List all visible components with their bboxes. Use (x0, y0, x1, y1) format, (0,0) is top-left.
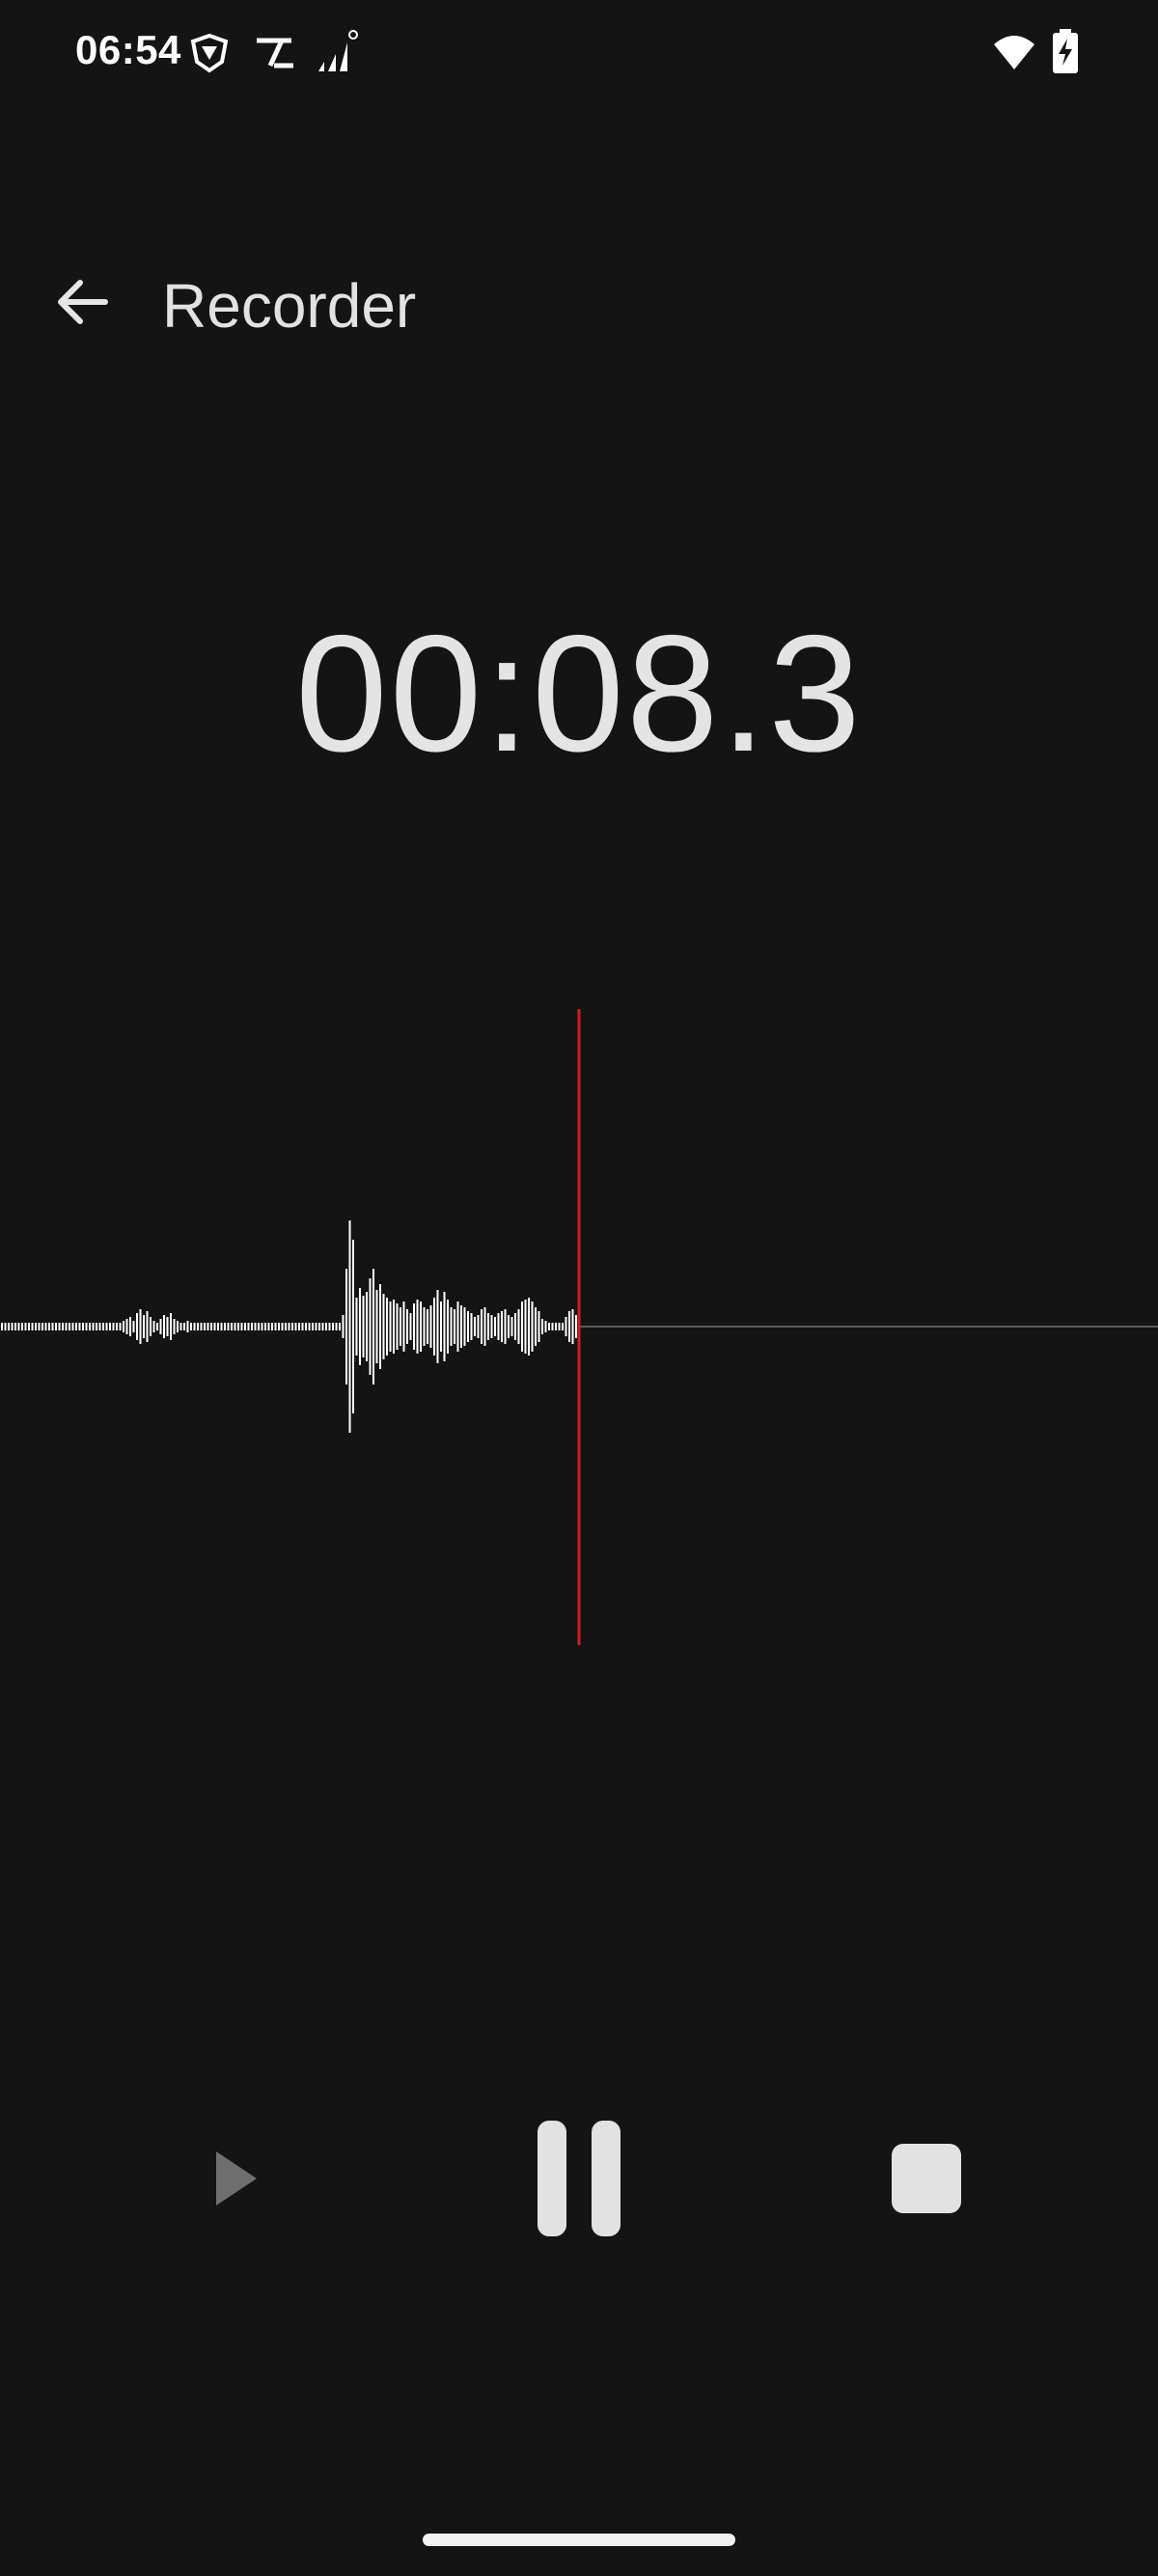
recording-controls (0, 2103, 1158, 2258)
pause-button[interactable] (521, 2103, 637, 2258)
wifi-icon (992, 33, 1036, 76)
status-bar: 06:54 (0, 0, 1158, 106)
status-time: 06:54 (75, 27, 181, 72)
home-indicator[interactable] (423, 2534, 735, 2546)
stop-button[interactable] (868, 2123, 984, 2238)
vpn-shield-icon (189, 33, 230, 78)
arrow-left-icon (55, 277, 109, 332)
app-notification-icon (253, 37, 297, 74)
pause-icon (536, 2119, 622, 2243)
stop-icon (890, 2142, 963, 2220)
battery-charging-icon (1052, 29, 1079, 78)
back-button[interactable] (39, 265, 125, 343)
waveform (1, 1009, 1158, 1645)
play-button[interactable] (183, 2123, 290, 2238)
page-title: Recorder (162, 271, 417, 341)
elapsed-time: 00:08.3 (295, 601, 863, 786)
waveform-bars (1, 1220, 577, 1433)
play-icon (212, 2150, 261, 2212)
signal-bars-icon (315, 29, 359, 80)
app-bar: Recorder (0, 241, 1158, 367)
